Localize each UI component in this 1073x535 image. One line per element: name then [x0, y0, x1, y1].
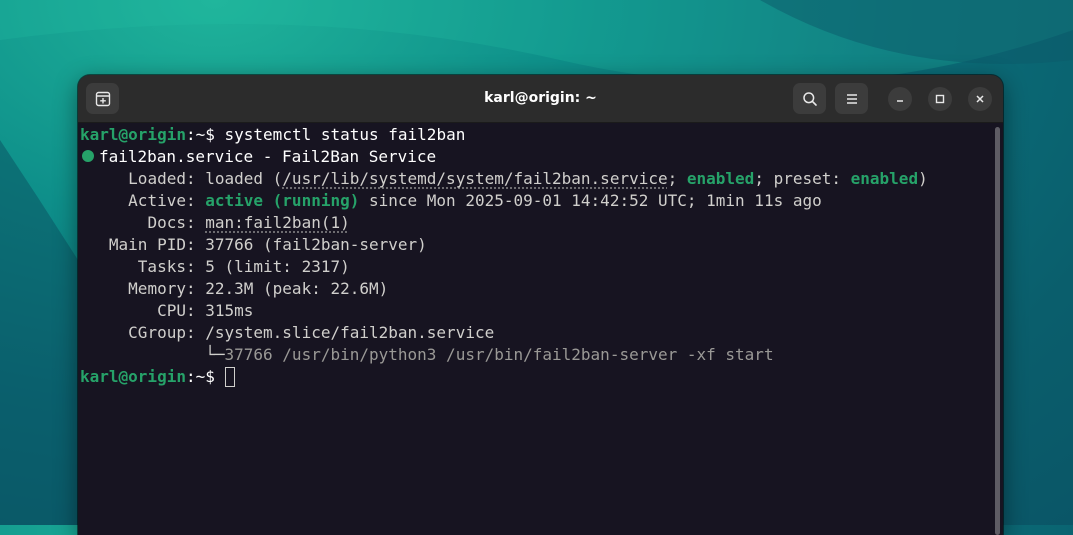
enabled-status: enabled [686, 169, 755, 188]
close-icon [976, 95, 984, 103]
process-line: └─37766 /usr/bin/python3 /usr/bin/fail2b… [80, 344, 774, 366]
preset-status: enabled [850, 169, 919, 188]
prompt-separator: : [185, 125, 196, 144]
main-pid-label: Main PID: [108, 235, 206, 254]
cgroup-line: CGroup: /system.slice/fail2ban.service [80, 322, 494, 344]
memory-label: Memory: [128, 279, 206, 298]
prompt-separator: : [185, 367, 196, 386]
current-prompt-line: karl@origin:~$ [80, 366, 235, 388]
loaded-prefix: loaded ( [205, 169, 283, 188]
close-button[interactable] [968, 87, 992, 111]
scrollbar[interactable] [995, 127, 1000, 535]
prompt-symbol: $ [205, 367, 225, 386]
maximize-icon [935, 94, 945, 104]
search-button[interactable] [793, 83, 826, 114]
new-tab-icon [95, 91, 110, 106]
new-tab-button[interactable] [86, 83, 119, 114]
tasks-value: 5 (limit: 2317) [205, 257, 350, 276]
maximize-button[interactable] [928, 87, 952, 111]
cgroup-label: CGroup: [128, 323, 206, 342]
text-cursor[interactable] [224, 366, 235, 387]
status-dot-icon [82, 150, 94, 162]
tasks-label: Tasks: [137, 257, 206, 276]
terminal-window: karl@origin: ~ karl@origin:~$ systemctl … [78, 75, 1003, 535]
memory-line: Memory: 22.3M (peak: 22.6M) [80, 278, 388, 300]
cpu-label: CPU: [157, 301, 206, 320]
active-since: since Mon 2025-09-01 14:42:52 UTC; 1min … [359, 191, 822, 210]
terminal-output[interactable]: karl@origin:~$ systemctl status fail2ban… [78, 123, 1003, 535]
active-line: Active: active (running) since Mon 2025-… [80, 190, 822, 212]
active-state: active (running) [205, 191, 360, 210]
process-tree-branch: └─ [205, 345, 225, 364]
prompt-symbol: $ [205, 125, 225, 144]
docs-line: Docs: man:fail2ban(1) [80, 212, 350, 234]
process-command: 37766 /usr/bin/python3 /usr/bin/fail2ban… [224, 345, 774, 364]
docs-label: Docs: [147, 213, 206, 232]
prompt-path: ~ [195, 367, 206, 386]
docs-link[interactable]: man:fail2ban(1) [205, 213, 350, 232]
unit-file-path-link[interactable]: /usr/lib/systemd/system/fail2ban.service [282, 169, 667, 188]
tasks-line: Tasks: 5 (limit: 2317) [80, 256, 350, 278]
service-title: fail2ban.service - Fail2Ban Service [99, 147, 437, 166]
main-pid-value: 37766 (fail2ban-server) [205, 235, 427, 254]
command-line: karl@origin:~$ systemctl status fail2ban [80, 124, 465, 146]
command-text: systemctl status fail2ban [224, 125, 466, 144]
preset-label: ; preset: [754, 169, 851, 188]
prompt-user-host: karl@origin [80, 367, 186, 386]
loaded-suffix: ) [918, 169, 928, 188]
main-pid-line: Main PID: 37766 (fail2ban-server) [80, 234, 427, 256]
loaded-label: Loaded: [128, 169, 206, 188]
loaded-line: Loaded: loaded (/usr/lib/systemd/system/… [80, 168, 928, 190]
search-icon [802, 91, 817, 106]
prompt-path: ~ [195, 125, 206, 144]
cpu-value: 315ms [205, 301, 254, 320]
cpu-line: CPU: 315ms [80, 300, 253, 322]
prompt-user-host: karl@origin [80, 125, 186, 144]
active-label: Active: [128, 191, 206, 210]
minimize-icon [897, 100, 903, 102]
minimize-button[interactable] [888, 87, 912, 111]
memory-value: 22.3M (peak: 22.6M) [205, 279, 389, 298]
hamburger-menu-icon [846, 93, 857, 104]
loaded-separator: ; [667, 169, 687, 188]
titlebar: karl@origin: ~ [78, 75, 1003, 123]
cgroup-value: /system.slice/fail2ban.service [205, 323, 495, 342]
menu-button[interactable] [835, 83, 868, 114]
service-header: fail2ban.service - Fail2Ban Service [80, 146, 436, 168]
